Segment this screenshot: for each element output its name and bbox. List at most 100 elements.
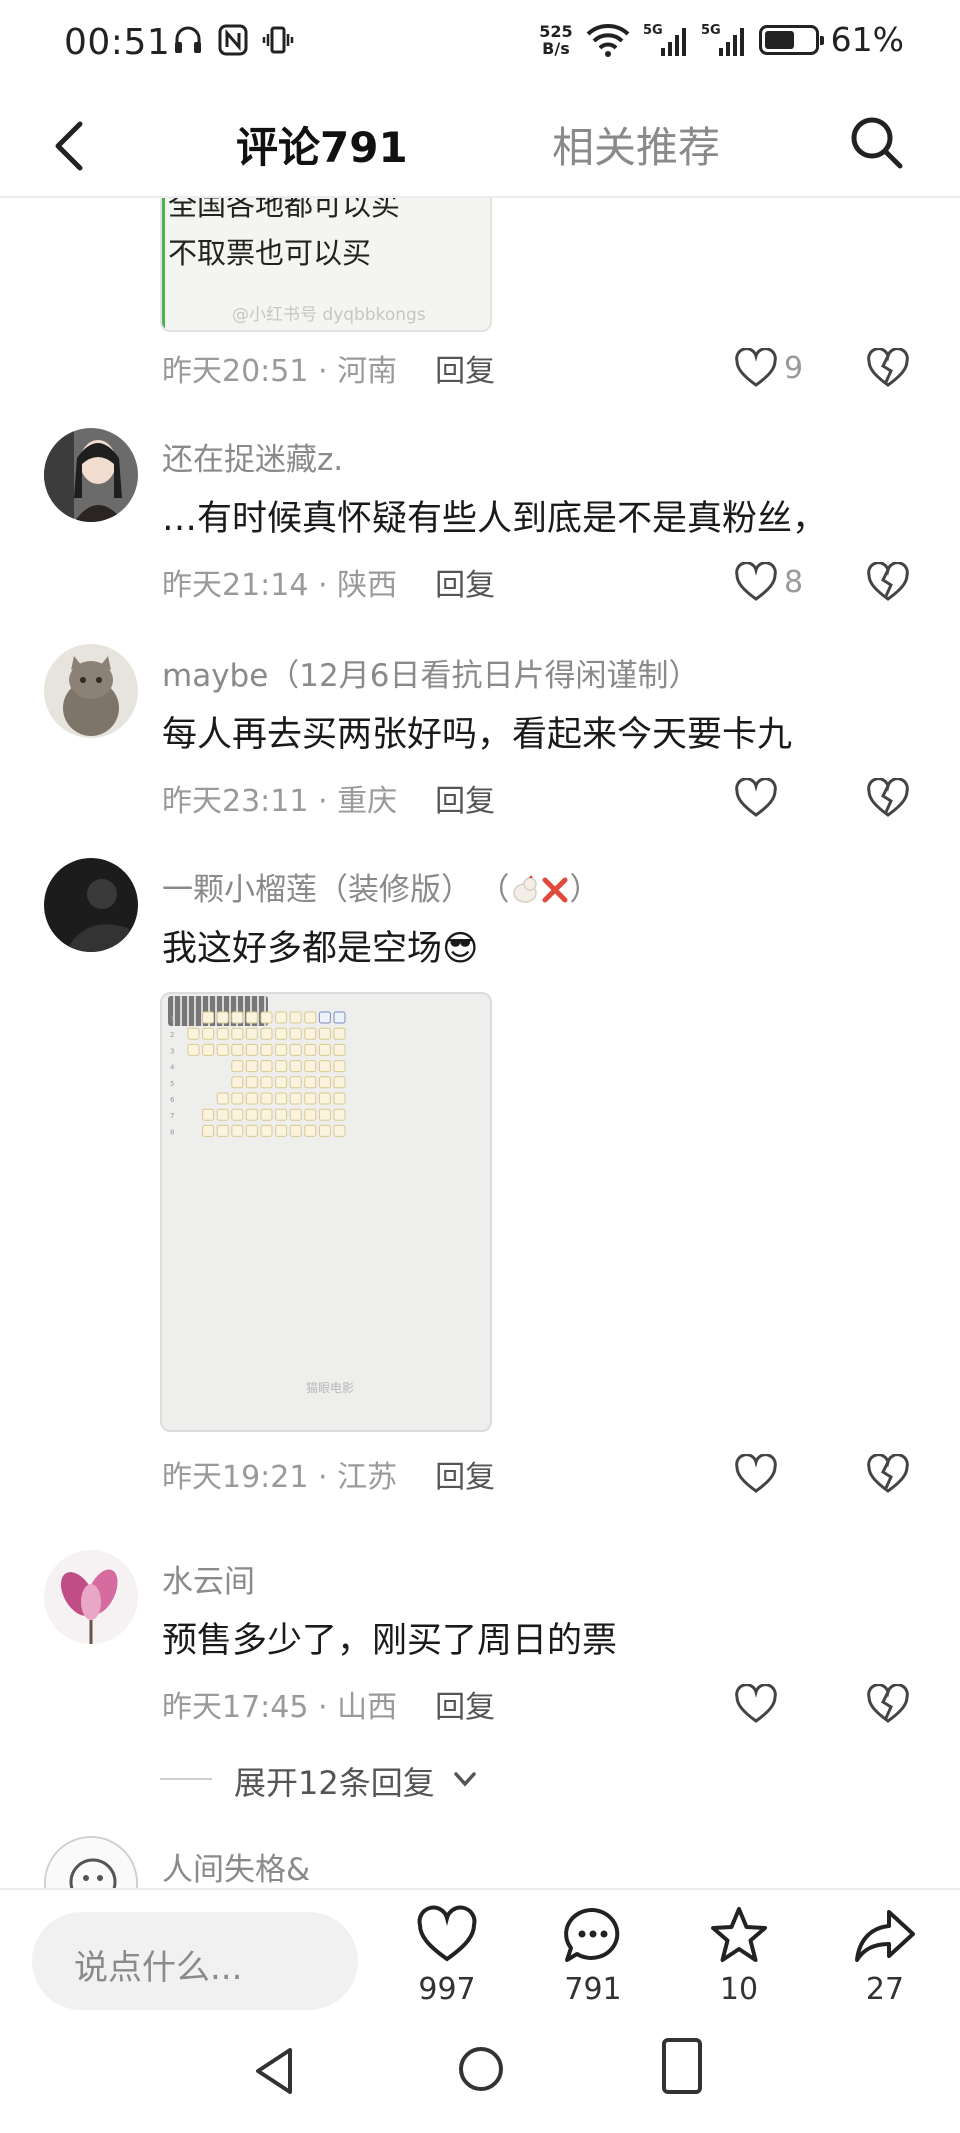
seat (333, 1060, 346, 1073)
avatar[interactable] (44, 858, 138, 952)
back-arrow-icon[interactable] (48, 118, 94, 174)
seat (304, 1092, 317, 1105)
avatar[interactable] (44, 428, 138, 522)
comment-image[interactable]: 全国各地都可以买 不取票也可以买 @小红书号 dyqbbkongs (160, 198, 492, 332)
search-icon[interactable] (846, 112, 906, 172)
like-button[interactable] (734, 1684, 778, 1724)
broken-heart-icon[interactable] (866, 1454, 910, 1494)
broken-heart-icon[interactable] (866, 562, 910, 602)
status-time: 00:51 (64, 22, 171, 63)
seat (231, 1092, 244, 1105)
broken-heart-icon[interactable] (866, 778, 910, 818)
seat (216, 1043, 229, 1056)
like-button[interactable]: 9 (734, 348, 803, 388)
comment-meta: 昨天23:11 · 重庆 回复 (162, 784, 496, 819)
seat (289, 1043, 302, 1056)
seat (216, 1092, 229, 1105)
like-button[interactable] (734, 1454, 778, 1494)
comment-input[interactable]: 说点什么... (32, 1912, 358, 2010)
reply-button[interactable]: 回复 (435, 784, 495, 819)
avatar[interactable] (44, 1836, 138, 1888)
comment-username[interactable]: maybe（12月6日看抗日片得闲谨制） (162, 650, 699, 695)
seat (333, 1043, 346, 1056)
seat (231, 1108, 244, 1121)
seat (202, 1043, 215, 1056)
seat (275, 1108, 288, 1121)
comment-meta: 昨天19:21 · 江苏 回复 (162, 1460, 496, 1495)
reply-button[interactable]: 回复 (435, 1690, 495, 1725)
nav-back-icon[interactable] (250, 2044, 300, 2098)
seat (289, 1027, 302, 1040)
comment-item: 一颗小榴莲（装修版）（） 我这好多都是空场😎 1 2 3 4 5 6 7 8 猫眼电影 昨天1… (0, 858, 960, 1558)
like-button[interactable] (734, 778, 778, 818)
comment-username[interactable]: 人间失格& (162, 1844, 310, 1888)
seat (216, 1027, 229, 1040)
comment-item: 还在捉迷藏z. …有时候真怀疑有些人到底是不是真粉丝， 昨天21:14 · 陕西… (0, 428, 960, 618)
seat-row-label: 6 (170, 1096, 175, 1104)
svg-text:5G: 5G (643, 23, 663, 38)
seat (260, 1060, 273, 1073)
comment-text: 我这好多都是空场😎 (162, 929, 479, 969)
seat (231, 1076, 244, 1089)
seat (202, 1027, 215, 1040)
network-speed: 525 B/s (539, 21, 573, 58)
comment-item: 全国各地都可以买 不取票也可以买 @小红书号 dyqbbkongs 昨天20:5… (0, 198, 960, 389)
seat (216, 1108, 229, 1121)
nav-recents-icon[interactable] (660, 2036, 704, 2096)
comment-button[interactable]: 791 (538, 1904, 648, 2007)
seat (275, 1043, 288, 1056)
reply-button[interactable]: 回复 (435, 1460, 495, 1495)
seat (216, 1124, 229, 1137)
seat (304, 1060, 317, 1073)
broken-heart-icon[interactable] (866, 1684, 910, 1724)
seat (275, 1011, 288, 1024)
seat (245, 1043, 258, 1056)
expand-replies-button[interactable]: 展开12条回复 (160, 1758, 760, 1802)
seat (333, 1108, 346, 1121)
like-post-button[interactable]: 997 (392, 1904, 502, 2007)
seat (318, 1108, 331, 1121)
seat (333, 1092, 346, 1105)
seat (245, 1011, 258, 1024)
avatar[interactable] (44, 1550, 138, 1644)
seat (245, 1124, 258, 1137)
seat (202, 1108, 215, 1121)
seat (275, 1027, 288, 1040)
seat-row-label: 5 (170, 1080, 174, 1088)
seat (333, 1076, 346, 1089)
favorite-button[interactable]: 10 (684, 1904, 794, 2007)
comment-item: maybe（12月6日看抗日片得闲谨制） 每人再去买两张好吗，看起来今天要卡九 … (0, 644, 960, 834)
comment-item: 人间失格& (0, 1836, 960, 1888)
seat-row-label: 2 (170, 1031, 174, 1039)
comment-username[interactable]: 还在捉迷藏z. (162, 434, 343, 479)
vibrate-icon (262, 26, 294, 54)
seat (231, 1124, 244, 1137)
avatar[interactable] (44, 644, 138, 738)
seat (231, 1060, 244, 1073)
share-button[interactable]: 27 (830, 1904, 940, 2007)
seat (318, 1027, 331, 1040)
tab-related[interactable]: 相关推荐 (552, 114, 720, 175)
comment-list[interactable]: 全国各地都可以买 不取票也可以买 @小红书号 dyqbbkongs 昨天20:5… (0, 198, 960, 1888)
like-button[interactable]: 8 (734, 562, 803, 602)
reply-button[interactable]: 回复 (435, 354, 495, 389)
broken-heart-icon[interactable] (866, 348, 910, 388)
seat-map-image[interactable]: 1 2 3 4 5 6 7 8 猫眼电影 (160, 992, 492, 1432)
comment-username[interactable]: 一颗小榴莲（装修版）（） (162, 864, 601, 909)
chicken-emoji-icon (512, 875, 537, 903)
seat (333, 1011, 346, 1024)
comment-text: …有时候真怀疑有些人到底是不是真粉丝， (162, 499, 828, 539)
heart-icon (417, 1905, 477, 1962)
comment-username[interactable]: 水云间 (162, 1556, 255, 1601)
share-arrow-icon (855, 1910, 915, 1962)
seat (304, 1011, 317, 1024)
seat (260, 1124, 273, 1137)
seat (260, 1043, 273, 1056)
nfc-icon (218, 24, 248, 56)
nav-home-icon[interactable] (456, 2044, 506, 2094)
seat (245, 1076, 258, 1089)
tab-comments[interactable]: 评论791 (236, 114, 408, 175)
reply-button[interactable]: 回复 (435, 568, 495, 603)
svg-text:5G: 5G (701, 23, 721, 38)
seat (260, 1108, 273, 1121)
